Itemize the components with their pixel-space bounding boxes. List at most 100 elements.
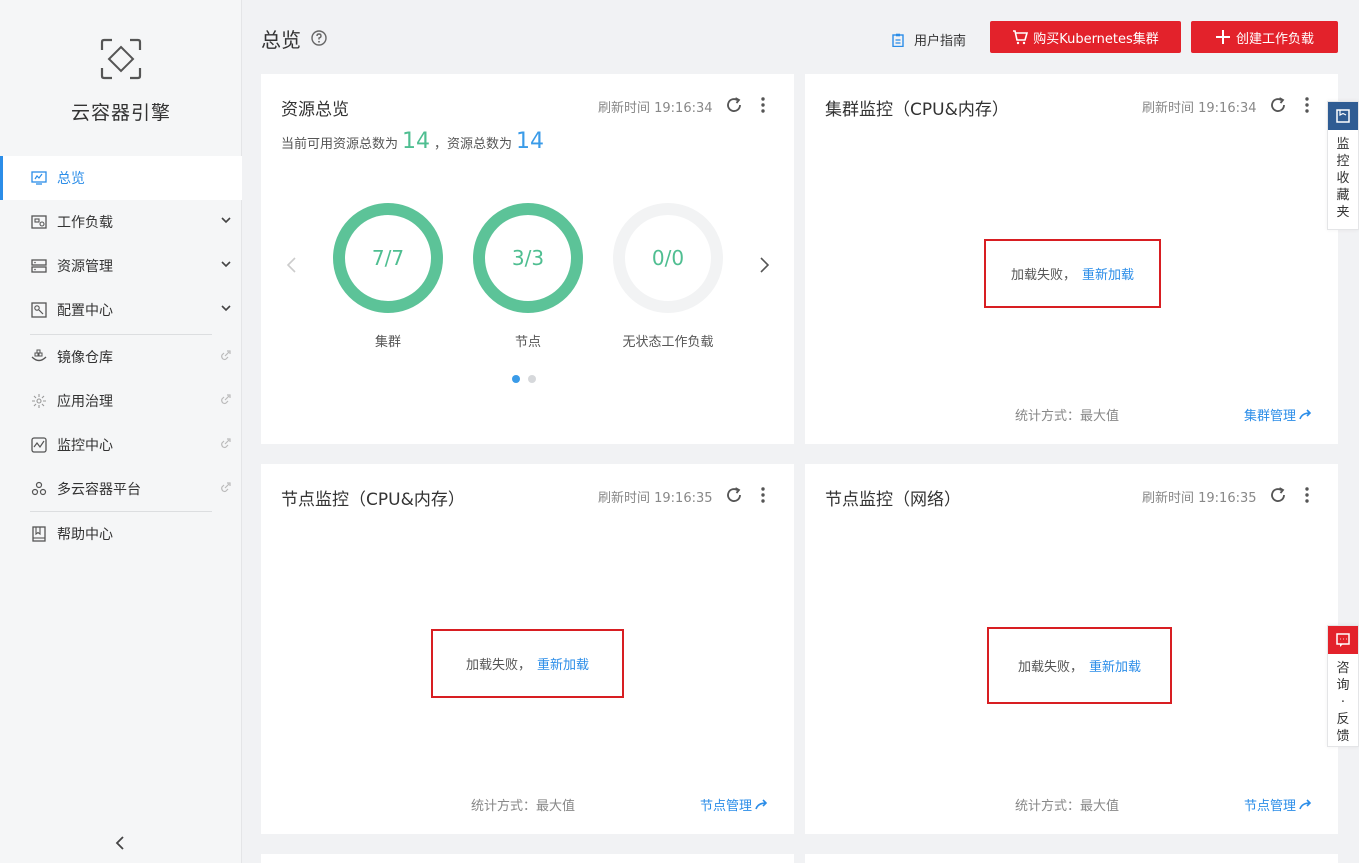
workload-icon [30, 213, 48, 231]
config-icon [30, 301, 48, 319]
sidebar-item-label: 工作负载 [57, 215, 113, 231]
refresh-time: 刷新时间 19:16:34 [1142, 101, 1257, 116]
sidebar-item-label: 总览 [57, 171, 85, 187]
clipboard-icon [892, 33, 904, 47]
sidebar-item-app-governance[interactable]: 应用治理 [0, 379, 242, 423]
reload-link[interactable]: 重新加载 [1082, 264, 1134, 283]
cluster-management-link[interactable]: 集群管理 [1244, 405, 1313, 424]
stat-method: 统计方式：最大值 [471, 799, 576, 814]
page-title: 总览 [261, 28, 301, 52]
refresh-icon[interactable] [725, 486, 743, 504]
ring-label: 集群 [374, 335, 401, 350]
resource-overview-card: 资源总览 刷新时间 19:16:34 当前可用资源总数为 14 ，资源总数为 1… [261, 74, 794, 444]
ring-label: 节点 [514, 335, 541, 350]
sidebar-item-monitoring[interactable]: 监控中心 [0, 423, 242, 467]
resource-summary: 当前可用资源总数为 14 ，资源总数为 14 [281, 129, 548, 154]
more-options-icon[interactable] [1304, 96, 1310, 114]
sidebar-item-workload[interactable]: 工作负载 [0, 200, 242, 244]
arrow-forward-icon [1299, 798, 1312, 809]
network-monitor-card: 节点监控（网络） 刷新时间 19:16:35 加载失败， 重新加载 统计方式：最… [805, 464, 1338, 834]
sidebar-item-label: 监控中心 [57, 438, 113, 454]
more-options-icon[interactable] [760, 486, 766, 504]
sidebar-item-label: 应用治理 [57, 394, 113, 410]
arrow-forward-icon [755, 798, 768, 809]
next-card [261, 854, 794, 863]
more-options-icon[interactable] [760, 96, 766, 114]
sidebar-item-label: 资源管理 [57, 259, 113, 275]
next-card [805, 854, 1338, 863]
stat-method: 统计方式：最大值 [1015, 409, 1120, 424]
sidebar-nav: 总览 工作负载 资源管理 配置中心 镜像仓库 应用治理 监控中心 多云容器平台 … [0, 156, 242, 556]
link-label: 节点管理 [700, 799, 753, 814]
monitor-favorites-tab[interactable]: 监控收藏夹 [1327, 101, 1359, 230]
external-link-icon [221, 438, 231, 449]
node-monitor-card: 节点监控（CPU&内存） 刷新时间 19:16:35 加载失败， 重新加载 统计… [261, 464, 794, 834]
monitoring-icon [30, 436, 48, 454]
carousel-prev-icon[interactable] [285, 256, 299, 274]
collapse-sidebar-icon[interactable] [112, 835, 128, 851]
node-management-link[interactable]: 节点管理 [700, 795, 769, 814]
feedback-tab[interactable]: 咨询·反馈 [1327, 625, 1359, 747]
sidebar-item-label: 多云容器平台 [57, 482, 141, 498]
summary-mid: ，资源总数为 [434, 137, 513, 152]
user-guide-label: 用户指南 [914, 34, 967, 49]
cluster-ring[interactable]: 7/7 [332, 202, 444, 314]
sidebar-item-multicloud[interactable]: 多云容器平台 [0, 467, 242, 511]
carousel-dot[interactable] [528, 375, 536, 383]
link-label: 节点管理 [1244, 799, 1297, 814]
card-title: 资源总览 [281, 100, 349, 120]
external-link-icon [221, 350, 231, 361]
chevron-down-icon [221, 305, 231, 312]
load-failed-box: 加载失败， 重新加载 [984, 239, 1161, 308]
refresh-time: 刷新时间 19:16:34 [598, 101, 713, 116]
summary-prefix: 当前可用资源总数为 [281, 137, 399, 152]
brand-name: 云容器引擎 [70, 102, 171, 124]
link-label: 集群管理 [1244, 409, 1297, 424]
load-failed-text: 加载失败， [1010, 268, 1076, 283]
chat-icon [1328, 626, 1358, 654]
image-repo-icon [30, 348, 48, 366]
available-total: 14 [402, 129, 431, 154]
buy-button-label: 购买Kubernetes集群 [1033, 31, 1159, 47]
ring-value: 0/0 [651, 246, 685, 270]
card-title: 节点监控（CPU&内存） [281, 490, 465, 510]
stateless-workload-ring[interactable]: 0/0 [612, 202, 724, 314]
buy-kubernetes-cluster-button[interactable]: 购买Kubernetes集群 [990, 21, 1181, 53]
load-failed-box: 加载失败， 重新加载 [431, 629, 624, 698]
reload-link[interactable]: 重新加载 [1089, 656, 1141, 675]
ring-value: 3/3 [511, 246, 545, 270]
sidebar-item-config[interactable]: 配置中心 [0, 288, 242, 332]
server-icon [30, 257, 48, 275]
user-guide-link[interactable]: 用户指南 [891, 30, 966, 49]
carousel-next-icon[interactable] [757, 256, 771, 274]
reload-link[interactable]: 重新加载 [537, 654, 589, 673]
sidebar-item-image-repo[interactable]: 镜像仓库 [0, 335, 242, 379]
sidebar-item-label: 镜像仓库 [57, 350, 113, 366]
refresh-icon[interactable] [1269, 96, 1287, 114]
more-options-icon[interactable] [1304, 486, 1310, 504]
carousel-dot-active[interactable] [512, 375, 520, 383]
sidebar-item-label: 帮助中心 [57, 527, 113, 543]
cce-logo-icon [100, 38, 142, 80]
monitor-favorites-label: 监控收藏夹 [1336, 137, 1350, 220]
governance-icon [30, 392, 48, 410]
book-icon [30, 525, 48, 543]
node-management-link[interactable]: 节点管理 [1244, 795, 1313, 814]
sidebar-item-help[interactable]: 帮助中心 [0, 512, 242, 556]
sidebar-item-resources[interactable]: 资源管理 [0, 244, 242, 288]
plus-icon [1215, 30, 1230, 44]
folder-icon [1328, 102, 1358, 130]
arrow-forward-icon [1299, 408, 1312, 419]
sidebar-item-overview[interactable]: 总览 [0, 156, 242, 200]
sidebar-item-label: 配置中心 [57, 303, 113, 319]
node-ring[interactable]: 3/3 [472, 202, 584, 314]
chevron-down-icon [221, 261, 231, 268]
multicloud-icon [30, 480, 48, 498]
refresh-time: 刷新时间 19:16:35 [1142, 491, 1257, 506]
refresh-icon[interactable] [725, 96, 743, 114]
card-title: 节点监控（网络） [825, 490, 961, 510]
help-icon[interactable] [311, 30, 327, 46]
create-workload-button[interactable]: 创建工作负载 [1191, 21, 1338, 53]
stat-method: 统计方式：最大值 [1015, 799, 1120, 814]
refresh-icon[interactable] [1269, 486, 1287, 504]
